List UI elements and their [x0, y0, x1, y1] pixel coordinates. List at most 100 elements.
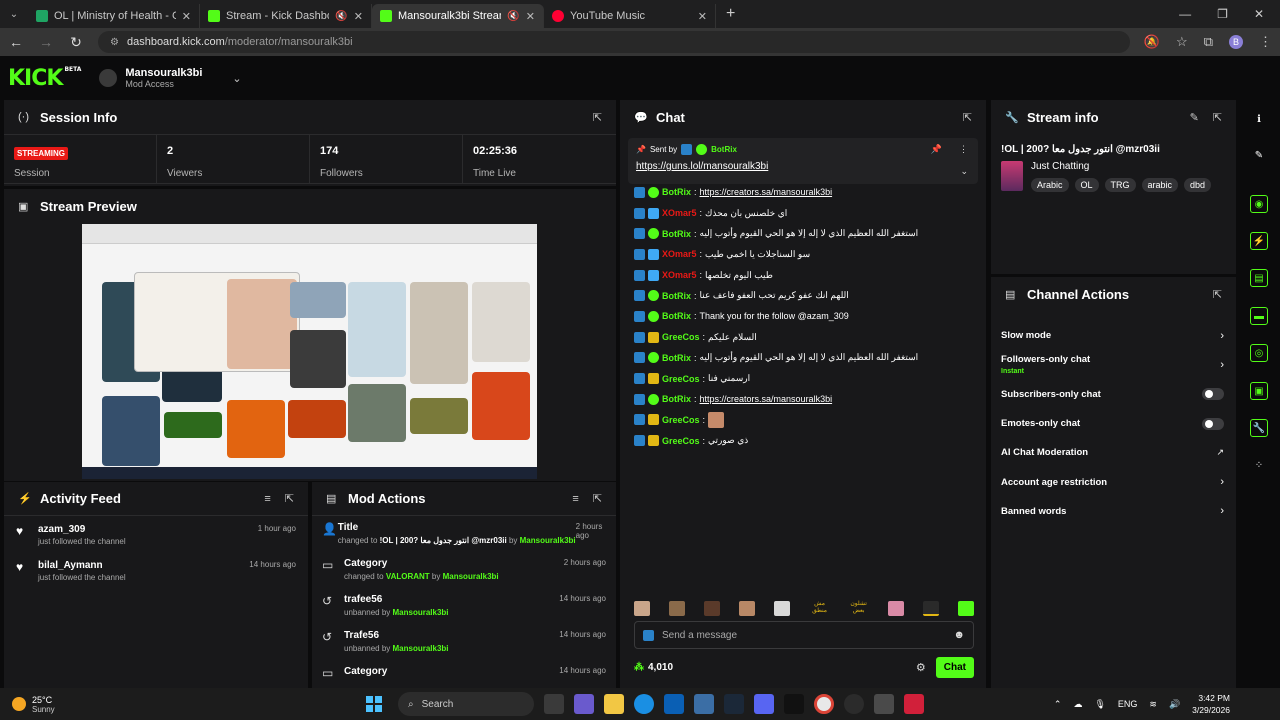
- broadcast-icon[interactable]: ◎: [1250, 344, 1268, 362]
- subscribers-only-toggle[interactable]: [1202, 388, 1224, 401]
- tag[interactable]: OL: [1074, 178, 1099, 192]
- chat-message[interactable]: XOmar5: اي خلصنس بان محذك: [620, 203, 986, 224]
- chat-message[interactable]: XOmar5: سو السناجلات يا اخمي طيب: [620, 244, 986, 265]
- close-tab-icon[interactable]: ✕: [354, 10, 363, 23]
- gear-icon[interactable]: ⚙: [916, 661, 926, 674]
- emote-icon[interactable]: [887, 600, 904, 616]
- emote-icon[interactable]: [634, 600, 650, 616]
- capcut-icon[interactable]: [784, 694, 804, 714]
- filter-icon[interactable]: ≡: [572, 493, 578, 505]
- chat-message[interactable]: GreeCos: السلام عليكم: [620, 327, 986, 348]
- tag[interactable]: TRG: [1104, 178, 1136, 192]
- emote-text[interactable]: تشلون بعض: [849, 601, 869, 615]
- send-chat-button[interactable]: Chat: [935, 656, 974, 678]
- popout-icon[interactable]: ⇱: [593, 111, 602, 124]
- ai-moderation-row[interactable]: AI Chat Moderation ↗: [991, 438, 1236, 467]
- unpin-icon[interactable]: 📌: [931, 144, 942, 155]
- muted-icon[interactable]: 🔇: [335, 11, 347, 22]
- wifi-icon[interactable]: ≋: [1149, 699, 1157, 710]
- chevron-up-icon[interactable]: ⌃: [1054, 699, 1062, 710]
- close-tab-icon[interactable]: ✕: [182, 10, 191, 23]
- chevron-right-icon[interactable]: ›: [1220, 505, 1224, 517]
- pinned-link[interactable]: https://guns.lol/mansouralk3bi: [636, 161, 970, 172]
- chat-username[interactable]: GreeCos: [662, 332, 700, 342]
- tag[interactable]: dbd: [1184, 178, 1212, 192]
- chat-link[interactable]: https://creators.sa/mansouralk3bi: [700, 394, 833, 404]
- category-name[interactable]: Just Chatting: [1031, 161, 1211, 172]
- edit-pencil-icon[interactable]: ✎: [1250, 146, 1268, 164]
- emote-icon[interactable]: [669, 600, 686, 616]
- chat-message[interactable]: GreeCos: ذي صورتي: [620, 430, 986, 451]
- category-thumbnail[interactable]: [1001, 161, 1023, 191]
- layout-icon[interactable]: ⁘: [1250, 456, 1268, 474]
- chat-link[interactable]: https://creators.sa/mansouralk3bi: [700, 187, 833, 197]
- emote-icon[interactable]: [774, 600, 791, 616]
- chevron-right-icon[interactable]: ›: [1220, 330, 1224, 342]
- tag[interactable]: arabic: [1141, 178, 1179, 192]
- steam-icon[interactable]: [724, 694, 744, 714]
- chat-message[interactable]: GreeCos:: [620, 410, 986, 431]
- chat-username[interactable]: XOmar5: [662, 208, 697, 218]
- chat-username[interactable]: GreeCos: [662, 374, 700, 384]
- feed-username[interactable]: bilal_Aymann: [38, 560, 249, 571]
- url-field[interactable]: ⚙ dashboard.kick.com/moderator/mansoural…: [98, 31, 1130, 53]
- popout-icon[interactable]: ⇱: [963, 111, 972, 124]
- chat-message[interactable]: BotRix: Thank you for the follow @azam_30…: [620, 306, 986, 327]
- browser-tab-3[interactable]: Mansouralk3bi Stream - Kick 🔇 ✕: [372, 4, 544, 28]
- forward-icon[interactable]: →: [38, 34, 54, 50]
- moderator-name[interactable]: Mansouralk3bi: [443, 572, 499, 581]
- followers-only-row[interactable]: Followers-only chat Instant ›: [991, 350, 1236, 379]
- muted-icon[interactable]: 🔇: [507, 11, 519, 22]
- chat-message[interactable]: GreeCos: ارسمني فنا: [620, 368, 986, 389]
- banned-words-row[interactable]: Banned words ›: [991, 497, 1236, 526]
- language-indicator[interactable]: ENG: [1118, 699, 1138, 709]
- taskbar-search[interactable]: ⌕ Search: [398, 692, 534, 716]
- chevron-right-icon[interactable]: ›: [1220, 476, 1224, 488]
- channel-points[interactable]: ⁂ 4,010: [634, 662, 673, 673]
- chat-message[interactable]: BotRix: استغفر الله العظيم الذي لا إله إل…: [620, 348, 986, 369]
- adobe-icon[interactable]: [904, 694, 924, 714]
- channel-switcher[interactable]: Mansouralk3bi Mod Access ⌄: [99, 67, 242, 89]
- chevron-down-icon[interactable]: ⌄: [232, 72, 241, 85]
- close-tab-icon[interactable]: ✕: [526, 10, 535, 23]
- more-options-icon[interactable]: ⋮: [959, 144, 968, 155]
- feed-username[interactable]: azam_309: [38, 524, 258, 535]
- volume-icon[interactable]: 🔊: [1169, 699, 1180, 710]
- site-info-icon[interactable]: ⚙: [110, 37, 119, 48]
- chat-username[interactable]: BotRix: [662, 353, 691, 363]
- settings-icon[interactable]: [874, 694, 894, 714]
- account-age-row[interactable]: Account age restriction ›: [991, 467, 1236, 496]
- store-icon[interactable]: [664, 694, 684, 714]
- chat-username[interactable]: BotRix: [662, 291, 691, 301]
- wrench-icon[interactable]: 🔧: [1250, 419, 1268, 437]
- tab-search-icon[interactable]: ⌄: [0, 9, 28, 20]
- windows-start-icon[interactable]: [366, 696, 382, 712]
- chat-username[interactable]: XOmar5: [662, 249, 697, 259]
- filter-icon[interactable]: ≡: [264, 493, 270, 505]
- widgets-icon[interactable]: [574, 694, 594, 714]
- discord-icon[interactable]: [754, 694, 774, 714]
- close-tab-icon[interactable]: ✕: [698, 10, 707, 23]
- chevron-right-icon[interactable]: ›: [1220, 359, 1224, 371]
- chat-username[interactable]: BotRix: [662, 229, 691, 239]
- kick-logo[interactable]: KICK BETA: [8, 66, 81, 91]
- chrome-icon[interactable]: [814, 694, 834, 714]
- task-view-icon[interactable]: [544, 694, 564, 714]
- profile-avatar[interactable]: B: [1229, 35, 1243, 49]
- clock[interactable]: 3:42 PM 3/29/2026: [1192, 692, 1230, 716]
- bookmark-star-icon[interactable]: ☆: [1176, 34, 1188, 50]
- back-icon[interactable]: ←: [8, 34, 24, 50]
- moderator-name[interactable]: Mansouralk3bi: [393, 644, 449, 653]
- browser-tab-1[interactable]: OL | Ministry of Health - Googl ✕: [28, 4, 200, 28]
- reload-icon[interactable]: ↻: [68, 34, 84, 51]
- popout-icon[interactable]: ⇱: [1213, 111, 1222, 124]
- chat-username[interactable]: BotRix: [662, 394, 691, 404]
- chat-username[interactable]: BotRix: [662, 311, 691, 321]
- chat-message[interactable]: BotRix: استغفر الله العظيم الذي لا إله إل…: [620, 223, 986, 244]
- chevron-down-icon[interactable]: ⌄: [960, 166, 968, 177]
- new-tab-icon[interactable]: +: [716, 5, 745, 23]
- chat-message[interactable]: BotRix: https://creators.sa/mansouralk3bi: [620, 389, 986, 410]
- chat-message[interactable]: XOmar5: طيب اليوم تخلصها: [620, 265, 986, 286]
- info-icon[interactable]: ℹ: [1250, 110, 1268, 128]
- extensions-icon[interactable]: ⧉: [1204, 34, 1213, 50]
